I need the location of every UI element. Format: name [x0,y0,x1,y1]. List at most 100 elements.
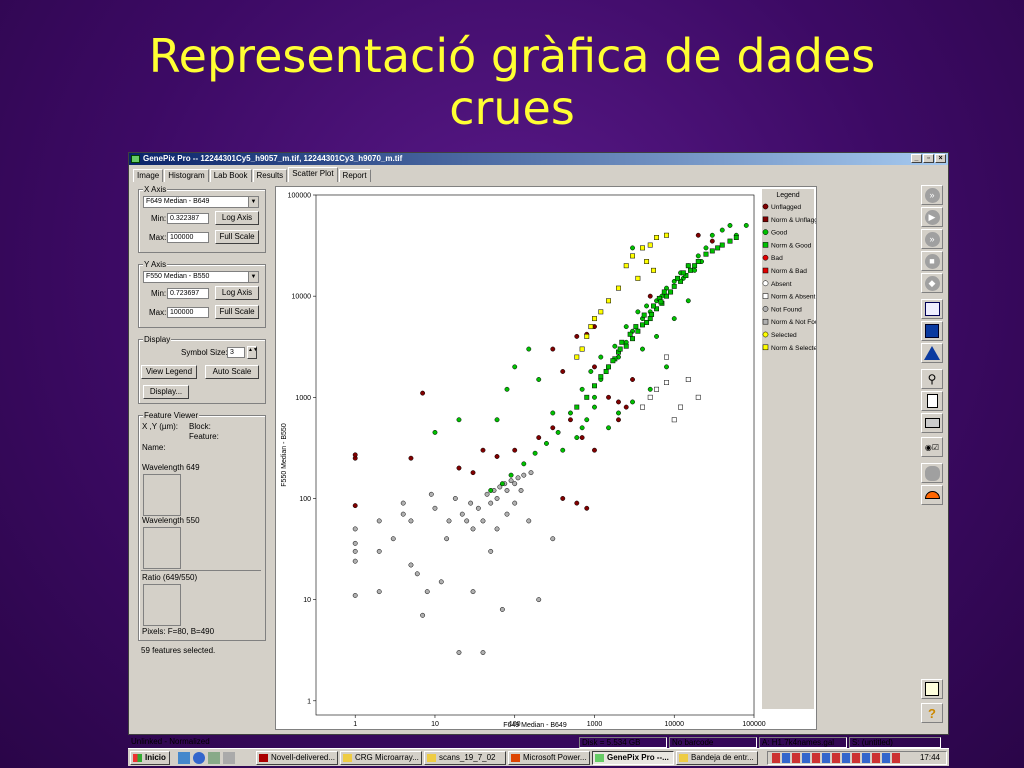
save-button[interactable] [921,321,943,341]
data-point [512,481,518,487]
data-point [606,425,611,431]
chevron-down-icon[interactable]: ▼ [248,272,258,282]
auto-scale-button[interactable]: Auto Scale [205,365,259,379]
x-log-axis-button[interactable]: Log Axis [215,211,259,225]
tab-histogram[interactable]: Histogram [164,169,209,182]
data-point [544,440,549,446]
y-max-input[interactable]: 100000 [167,307,209,318]
data-point [685,298,691,304]
divider [141,570,261,571]
y-axis-select[interactable]: F550 Median - B550 ▼ [143,271,259,283]
start-button[interactable]: Inicio [130,751,170,765]
x-min-input[interactable]: 0.322387 [167,213,209,224]
x-axis-group: X Axis F649 Median - B649 ▼ Min: 0.32238… [138,185,266,253]
y-tick-label: 100 [299,496,311,503]
data-point [658,299,664,305]
copy-icon [926,394,938,408]
chevron-down-icon[interactable]: ▼ [248,197,258,207]
data-point [560,369,566,374]
y-log-axis-button[interactable]: Log Axis [215,286,259,300]
data-point [598,354,604,360]
data-point [630,336,635,342]
play-button[interactable]: ▶ [921,207,943,227]
stop-button[interactable]: ■ [921,251,943,271]
maximize-button[interactable]: ▫ [923,154,934,163]
data-point [560,496,566,501]
y-min-input[interactable]: 0.723697 [167,288,209,299]
tag-button[interactable]: ◆ [921,273,943,293]
display-button[interactable]: Display... [143,385,189,399]
copy-button[interactable] [921,391,943,411]
x-min-label: Min: [151,214,167,223]
x-axis-select[interactable]: F649 Median - B649 ▼ [143,196,259,208]
data-point [424,589,430,595]
mail-icon [679,754,688,762]
app-shortcut-icon[interactable] [223,752,235,764]
data-point [494,417,500,423]
desktop-icon[interactable] [178,752,190,764]
x-full-scale-button[interactable]: Full Scale [215,230,259,244]
symbol-size-input[interactable]: 3 [227,347,245,358]
table-button[interactable] [921,299,943,319]
task-novell[interactable]: Novell-delivered... [256,751,338,765]
data-point [695,253,701,259]
task-crg[interactable]: CRG Microarray... [340,751,422,765]
xy-label: X ,Y (µm): [142,422,179,431]
print-button[interactable] [921,413,943,433]
data-point [584,394,590,400]
tab-report[interactable]: Report [338,169,371,182]
task-powerpoint[interactable]: Microsoft Power... [508,751,590,765]
y-full-scale-button[interactable]: Full Scale [215,305,259,319]
task-inbox[interactable]: Bandeja de entr... [676,751,758,765]
report-icon [925,682,939,696]
pointer-icon [924,346,940,360]
data-point [584,333,590,339]
task-scans[interactable]: scans_19_7_02 [424,751,506,765]
data-point [727,223,733,228]
data-point [376,548,382,554]
minimize-button[interactable]: _ [911,154,922,163]
view-legend-button[interactable]: View Legend [141,365,197,379]
find-button[interactable]: ⚲ [921,369,943,389]
report-button[interactable] [921,679,943,699]
wavelength-649-preview [143,474,181,516]
gauge-button[interactable] [921,485,943,505]
data-point [644,319,650,325]
scatter-plot[interactable]: 1 10 100 1000 10000 1000001101001000100001000… [276,187,826,729]
tray-icons[interactable] [772,753,902,763]
tab-scatter-plot[interactable]: Scatter Plot [288,167,338,182]
window-titlebar[interactable]: GenePix Pro -- 12244301Cy5_h9057_m.tif, … [129,153,948,165]
close-button[interactable]: × [935,154,946,163]
options-button[interactable]: ◉☑ [921,437,943,457]
data-point [560,447,566,453]
status-gal: A: H1.7k4names.gal [759,737,847,748]
clock: 17:44 [919,753,940,762]
tab-results[interactable]: Results [252,169,288,182]
data-point [606,298,611,304]
pointer-button[interactable] [921,343,943,363]
help-button[interactable]: ? [921,703,943,723]
fast-forward-button[interactable]: » [921,185,943,205]
x-max-input[interactable]: 100000 [167,232,209,243]
data-point [606,364,611,370]
tab-image[interactable]: Image [133,169,164,182]
explorer-icon[interactable] [208,752,220,764]
task-genepix[interactable]: GenePix Pro --... [592,751,674,765]
data-point [536,435,542,441]
symbol-size-spinner[interactable]: ▲▼ [247,346,258,359]
data-point [352,540,358,546]
data-point [692,263,698,269]
data-point [619,339,625,345]
data-point [709,232,715,238]
tab-lab-book[interactable]: Lab Book [209,169,252,182]
scatter-plot-frame[interactable]: 1 10 100 1000 10000 100000 1 10 100 1000 10000 1000… [275,186,826,730]
step-button[interactable]: » [921,229,943,249]
data-point [623,263,629,269]
data-point [647,293,653,299]
data-point [480,650,486,655]
browser-icon[interactable] [193,752,205,764]
y-axis-group: Y Axis F550 Median - B550 ▼ Min: 0.72369… [138,260,266,328]
comment-button[interactable] [921,463,943,483]
data-point [709,238,715,244]
data-point [376,518,382,524]
